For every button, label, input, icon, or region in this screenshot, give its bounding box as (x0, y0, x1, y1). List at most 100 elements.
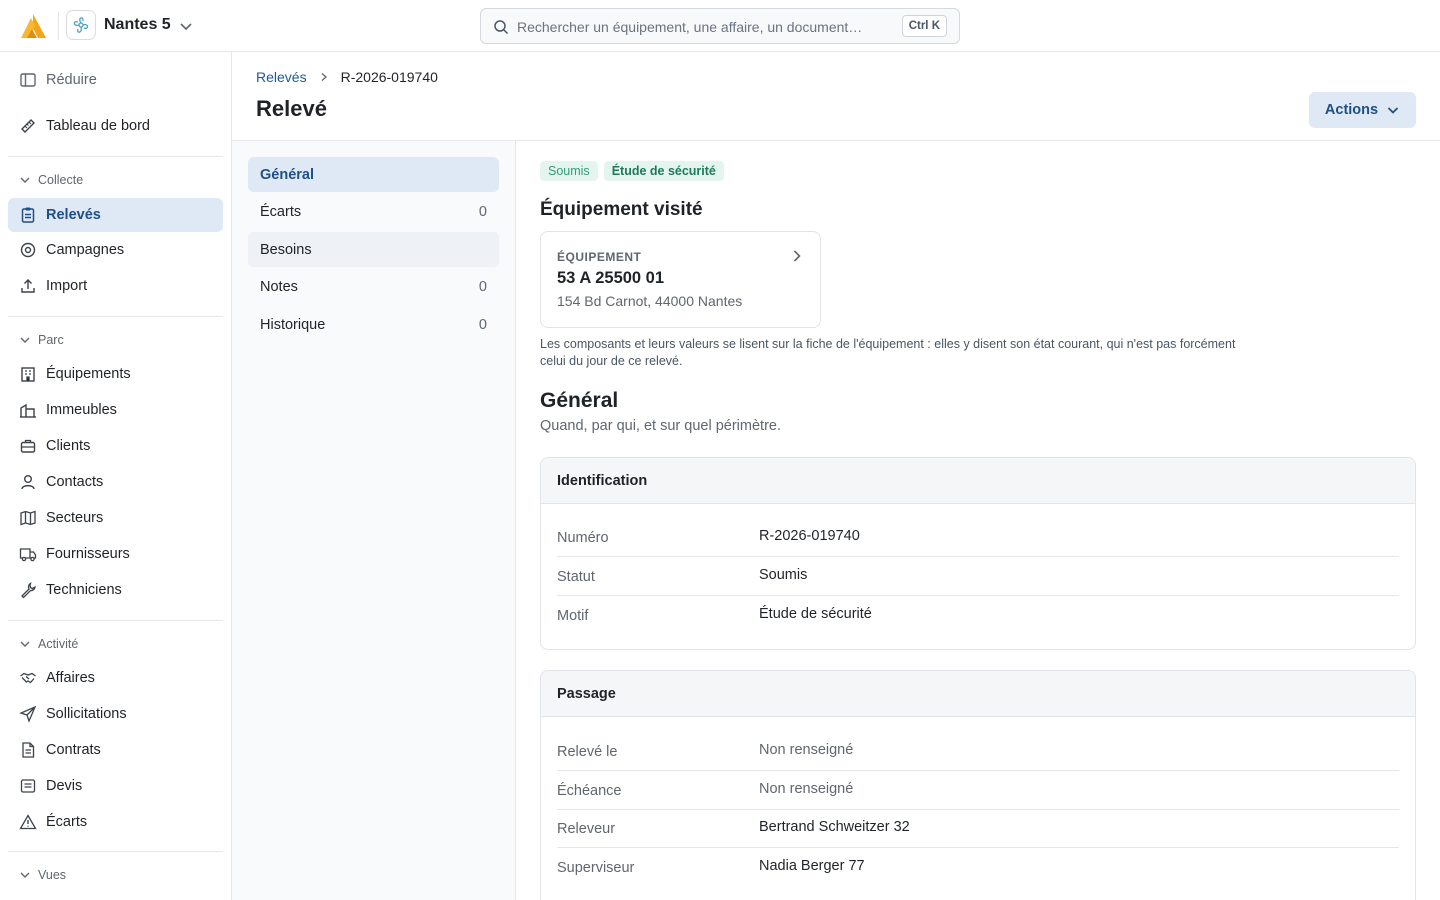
subnav-item-besoins[interactable]: Besoins (248, 232, 499, 267)
subnav-item-count: 0 (478, 278, 487, 295)
sidebar-collapse-button[interactable]: Réduire (8, 63, 223, 97)
sidebar-item-affaires[interactable]: Affaires (8, 661, 223, 695)
sidebar-item-techniciens[interactable]: Techniciens (8, 573, 223, 607)
breadcrumb-link-releves[interactable]: Relevés (256, 69, 307, 85)
sidebar-group-collecte[interactable]: Collecte (19, 173, 83, 187)
app-logo[interactable] (18, 12, 48, 40)
field-value: Non renseigné (759, 742, 854, 758)
actions-button-label: Actions (1324, 102, 1379, 118)
receipt-icon (20, 779, 36, 793)
chevron-right-icon (319, 72, 329, 82)
sidebar-item-contrats[interactable]: Contrats (8, 733, 223, 767)
subnav-item-general[interactable]: Général (248, 157, 499, 192)
sidebar-item-dashboard[interactable]: Tableau de bord (8, 109, 223, 143)
truck-icon (19, 548, 37, 562)
field-row-statut: Statut Soumis (557, 557, 1399, 596)
user-icon (21, 475, 35, 490)
equipment-card[interactable]: ÉQUIPEMENT 53 A 25500 01 154 Bd Carnot, … (540, 231, 821, 328)
fan-icon (73, 17, 89, 33)
sidebar-group-label: Parc (38, 333, 64, 347)
sidebar-item-label: Secteurs (46, 510, 104, 526)
sidebar-item-import[interactable]: Import (8, 269, 223, 303)
building-icon (21, 367, 35, 382)
send-icon (19, 705, 37, 723)
chevron-down-icon (20, 872, 30, 878)
field-row-superviseur: Superviseur Nadia Berger 77 (557, 848, 1399, 887)
equipment-number: 53 A 25500 01 (557, 269, 665, 287)
subnav-item-label: Écarts (260, 203, 302, 220)
handshake-icon (20, 672, 36, 684)
sidebar-item-devis[interactable]: Devis (8, 769, 223, 803)
field-label: Superviseur (557, 860, 635, 876)
status-badge: Soumis (540, 161, 598, 181)
subnav-item-historique[interactable]: Historique 0 (248, 307, 499, 342)
sidebar-divider (8, 156, 223, 157)
sidebar-item-label: Immeubles (46, 402, 117, 418)
sidebar-item-fournisseurs[interactable]: Fournisseurs (8, 537, 223, 571)
sidebar-item-label: Équipements (46, 366, 131, 382)
target-icon (20, 242, 36, 258)
sidebar-item-clients[interactable]: Clients (8, 429, 223, 463)
field-value: Bertrand Schweitzer 32 (759, 819, 910, 835)
sidebar-panel-icon (20, 73, 36, 87)
record-subnav: Général Écarts 0 Besoins Notes 0 Histori… (232, 141, 516, 900)
sidebar-item-label: Affaires (46, 670, 95, 686)
buildings-icon (20, 403, 36, 418)
panel-title: Identification (541, 458, 1415, 504)
sidebar-item-secteurs[interactable]: Secteurs (8, 501, 223, 535)
actions-button[interactable]: Actions (1309, 92, 1416, 128)
field-row-releve-le: Relevé le Non renseigné (557, 732, 1399, 771)
field-value: Soumis (759, 567, 808, 583)
sidebar-item-sollicitations[interactable]: Sollicitations (8, 697, 223, 731)
sidebar-item-label: Import (46, 278, 88, 294)
field-value: Nadia Berger 77 (759, 858, 865, 874)
field-row-echeance: Échéance Non renseigné (557, 771, 1399, 810)
sidebar-item-label: Réduire (46, 72, 97, 88)
sidebar-item-contacts[interactable]: Contacts (8, 465, 223, 499)
chevron-right-icon (790, 249, 804, 263)
sidebar-group-activite[interactable]: Activité (19, 637, 78, 651)
sidebar-item-label: Relevés (46, 207, 101, 223)
sidebar-item-equipements[interactable]: Équipements (8, 357, 223, 391)
equipment-note: Les composants et leurs valeurs se lisen… (540, 337, 1236, 368)
top-bar: Nantes 5 Ctrl K (0, 0, 1440, 52)
chevron-down-icon (20, 641, 30, 647)
sidebar-item-ecarts[interactable]: Écarts (8, 805, 223, 839)
sidebar: Réduire Tableau de bord Collecte Relevés… (0, 52, 232, 900)
subnav-item-notes[interactable]: Notes 0 (248, 269, 499, 304)
search-icon (493, 19, 509, 35)
sidebar-group-label: Vues (38, 868, 67, 882)
section-subtitle-general: Quand, par qui, et sur quel périmètre. (540, 418, 781, 434)
sidebar-item-label: Écarts (46, 814, 88, 830)
chevron-down-icon (20, 177, 30, 183)
subnav-item-label: Notes (260, 278, 298, 295)
field-label: Statut (557, 569, 595, 585)
organization-avatar[interactable] (66, 10, 96, 40)
document-icon (22, 742, 35, 758)
sidebar-item-immeubles[interactable]: Immeubles (8, 393, 223, 427)
search-input[interactable] (517, 17, 877, 37)
field-label: Numéro (557, 530, 609, 546)
subnav-item-count: 0 (478, 316, 487, 333)
organization-name[interactable]: Nantes 5 (104, 16, 171, 34)
field-label: Releveur (557, 821, 616, 837)
subnav-item-label: Besoins (260, 241, 312, 258)
section-title-general: Général (540, 389, 619, 412)
subnav-item-count: 0 (478, 203, 487, 220)
chevron-down-icon[interactable] (178, 18, 194, 34)
sidebar-group-vues[interactable]: Vues (19, 868, 66, 882)
search-shortcut-badge: Ctrl K (901, 15, 947, 37)
field-value: R-2026-019740 (759, 528, 860, 544)
global-search[interactable]: Ctrl K (480, 8, 960, 44)
subnav-item-ecarts[interactable]: Écarts 0 (248, 194, 499, 229)
sidebar-group-parc[interactable]: Parc (19, 333, 64, 347)
sidebar-item-label: Contrats (46, 742, 101, 758)
sidebar-item-label: Techniciens (46, 582, 122, 598)
sidebar-item-label: Tableau de bord (46, 118, 150, 134)
sidebar-item-campagnes[interactable]: Campagnes (8, 233, 223, 267)
sidebar-item-releves[interactable]: Relevés (8, 198, 223, 232)
subnav-item-label: Général (260, 166, 314, 183)
map-icon (20, 510, 36, 526)
sidebar-divider (8, 620, 223, 621)
field-row-motif: Motif Étude de sécurité (557, 596, 1399, 635)
